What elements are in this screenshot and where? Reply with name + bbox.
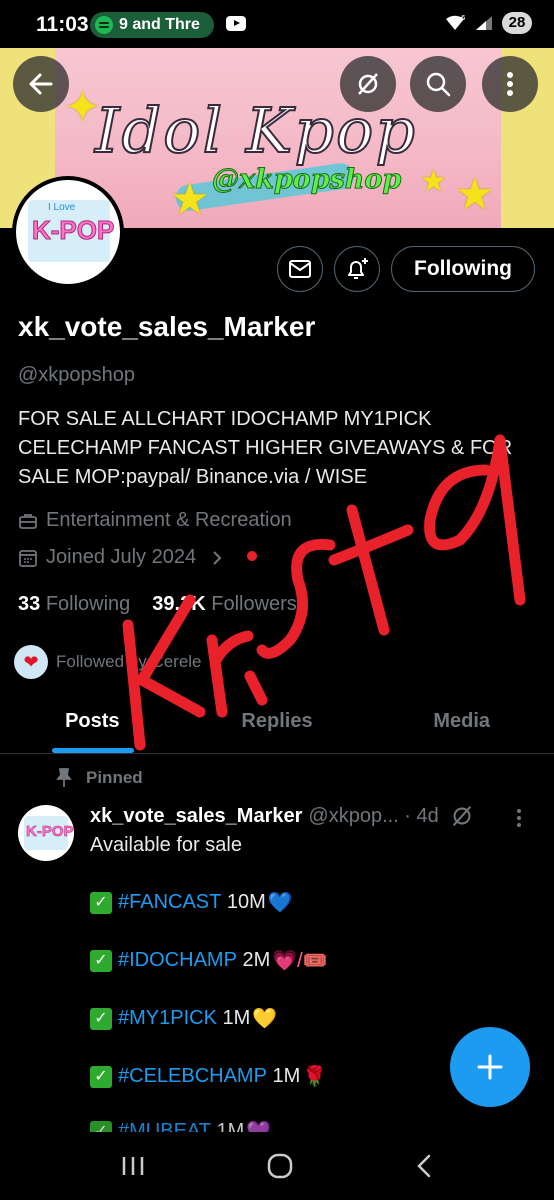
notification-text: 9 and Thre xyxy=(119,16,200,33)
bio-line: CELECHAMP FANCAST HIGHER GIVEAWAYS & FOR xyxy=(18,437,513,459)
followers-count: 39.2K xyxy=(152,593,206,615)
avatar: I Love K-POP xyxy=(16,180,120,284)
avatar-small-text: I Love xyxy=(48,202,76,213)
envelope-icon xyxy=(289,260,311,278)
home-icon[interactable] xyxy=(265,1151,295,1181)
hashtag-link[interactable]: #MY1PICK xyxy=(118,1007,217,1030)
post-header: xk_vote_sales_Marker @xkpop... · 4d xyxy=(90,803,475,829)
category-text: Entertainment & Recreation xyxy=(46,509,292,531)
bio-line: FOR SALE ALLCHART IDOCHAMP MY1PICK xyxy=(18,408,432,430)
search-button[interactable] xyxy=(410,56,466,112)
chevron-right-icon[interactable] xyxy=(210,550,224,566)
amount: 2M xyxy=(242,949,271,971)
spotify-notification-pill[interactable]: 9 and Thre xyxy=(90,12,214,38)
back-button[interactable] xyxy=(13,56,69,112)
heart-icon: ❤ xyxy=(14,645,48,679)
followers-link[interactable]: 39.2K Followers xyxy=(152,593,297,616)
amount: 1M xyxy=(222,1007,251,1029)
avatar-text: K-POP xyxy=(26,823,74,841)
search-icon xyxy=(426,72,451,97)
recent-apps-icon[interactable] xyxy=(118,1154,148,1178)
checkmark-icon: ✓ xyxy=(90,949,112,972)
list-item: ✓ #MY1PICK 1M 💛 xyxy=(90,1006,277,1031)
battery-level: 28 xyxy=(502,12,532,34)
bell-plus-icon xyxy=(348,258,368,279)
tab-posts[interactable]: Posts xyxy=(0,690,185,753)
message-button[interactable] xyxy=(277,246,323,292)
briefcase-icon xyxy=(19,513,37,529)
calendar-icon xyxy=(19,549,37,567)
emoji: 🌹 xyxy=(302,1066,328,1088)
hashtag-link[interactable]: #FANCAST xyxy=(118,891,221,914)
pin-icon xyxy=(56,768,72,787)
grok-icon xyxy=(358,73,378,95)
profile-avatar[interactable]: I Love K-POP xyxy=(12,176,124,288)
signal-icon xyxy=(474,14,494,32)
following-link[interactable]: 33 Following xyxy=(18,593,130,616)
tab-replies[interactable]: Replies xyxy=(185,690,370,753)
grok-icon[interactable] xyxy=(449,803,475,829)
joined-text: Joined July 2024 xyxy=(46,546,197,568)
amount: 10M xyxy=(226,891,266,913)
pinned-indicator: Pinned xyxy=(56,768,143,788)
amount: 1M xyxy=(272,1065,301,1087)
post-more-button[interactable] xyxy=(516,808,522,833)
notifications-button[interactable] xyxy=(334,246,380,292)
following-label: Following xyxy=(45,593,131,615)
username: @xkpopshop xyxy=(18,364,136,386)
arrow-left-icon xyxy=(29,73,53,95)
system-nav-bar xyxy=(0,1132,554,1200)
back-nav-icon[interactable] xyxy=(412,1153,436,1179)
emoji: 💙 xyxy=(267,892,293,914)
vertical-dots-icon xyxy=(507,72,513,96)
following-count: 33 xyxy=(18,593,41,615)
post-text: Available for sale xyxy=(90,834,242,856)
hashtag-link[interactable]: #IDOCHAMP xyxy=(118,949,237,972)
bio-line: SALE MOP:paypal/ Binance.via / WISE xyxy=(18,466,368,488)
display-name: xk_vote_sales_Marker xyxy=(18,311,316,342)
more-options-button[interactable] xyxy=(482,56,538,112)
list-item: ✓ #IDOCHAMP 2M 💗/🎟️ xyxy=(90,948,328,973)
following-button[interactable]: Following xyxy=(391,246,535,292)
star-icon: ★ xyxy=(170,175,210,224)
category-line: Entertainment & Recreation xyxy=(18,509,292,532)
list-item: ✓ #FANCAST 10M 💙 xyxy=(90,890,293,915)
checkmark-icon: ✓ xyxy=(90,891,112,914)
avatar-text: K-POP xyxy=(31,215,115,246)
star-icon: ★ xyxy=(420,165,447,198)
banner-handle: @xkpopshop xyxy=(211,164,402,196)
followed-by-text: Followed by Cerele xyxy=(56,652,202,671)
follow-stats: 33 Following 39.2K Followers xyxy=(18,593,297,616)
compose-button[interactable] xyxy=(450,1027,530,1107)
plus-icon xyxy=(477,1054,503,1080)
tab-media[interactable]: Media xyxy=(369,690,554,753)
list-item: ✓ #CELEBCHAMP 1M 🌹 xyxy=(90,1064,327,1089)
clock: 11:03 xyxy=(36,13,89,36)
emoji: 💗/🎟️ xyxy=(272,950,328,972)
post-avatar[interactable]: K-POP xyxy=(18,805,74,861)
grok-button[interactable] xyxy=(340,56,396,112)
wifi-icon: 6 xyxy=(444,14,466,32)
joined-line: Joined July 2024 xyxy=(18,546,224,569)
post-author[interactable]: xk_vote_sales_Marker xyxy=(90,805,302,828)
spotify-icon xyxy=(95,16,113,34)
post-handle-time: @xkpop... · 4d xyxy=(308,804,439,827)
profile-tabs: Posts Replies Media xyxy=(0,690,554,754)
youtube-icon xyxy=(226,16,246,31)
system-icons: 6 28 xyxy=(444,12,532,34)
followed-by-row[interactable]: ❤ Followed by Cerele xyxy=(14,645,202,679)
vertical-dots-icon xyxy=(517,809,521,827)
checkmark-icon: ✓ xyxy=(90,1007,112,1030)
emoji: 💛 xyxy=(252,1008,278,1030)
bio: FOR SALE ALLCHART IDOCHAMP MY1PICK CELEC… xyxy=(18,405,538,492)
checkmark-icon: ✓ xyxy=(90,1065,112,1088)
svg-text:6: 6 xyxy=(461,14,466,22)
followers-label: Followers xyxy=(211,593,297,615)
pinned-label: Pinned xyxy=(86,768,143,787)
star-icon: ★ xyxy=(455,170,495,219)
hashtag-link[interactable]: #CELEBCHAMP xyxy=(118,1065,267,1088)
status-bar: 11:03 9 and Thre 6 28 xyxy=(0,0,554,48)
